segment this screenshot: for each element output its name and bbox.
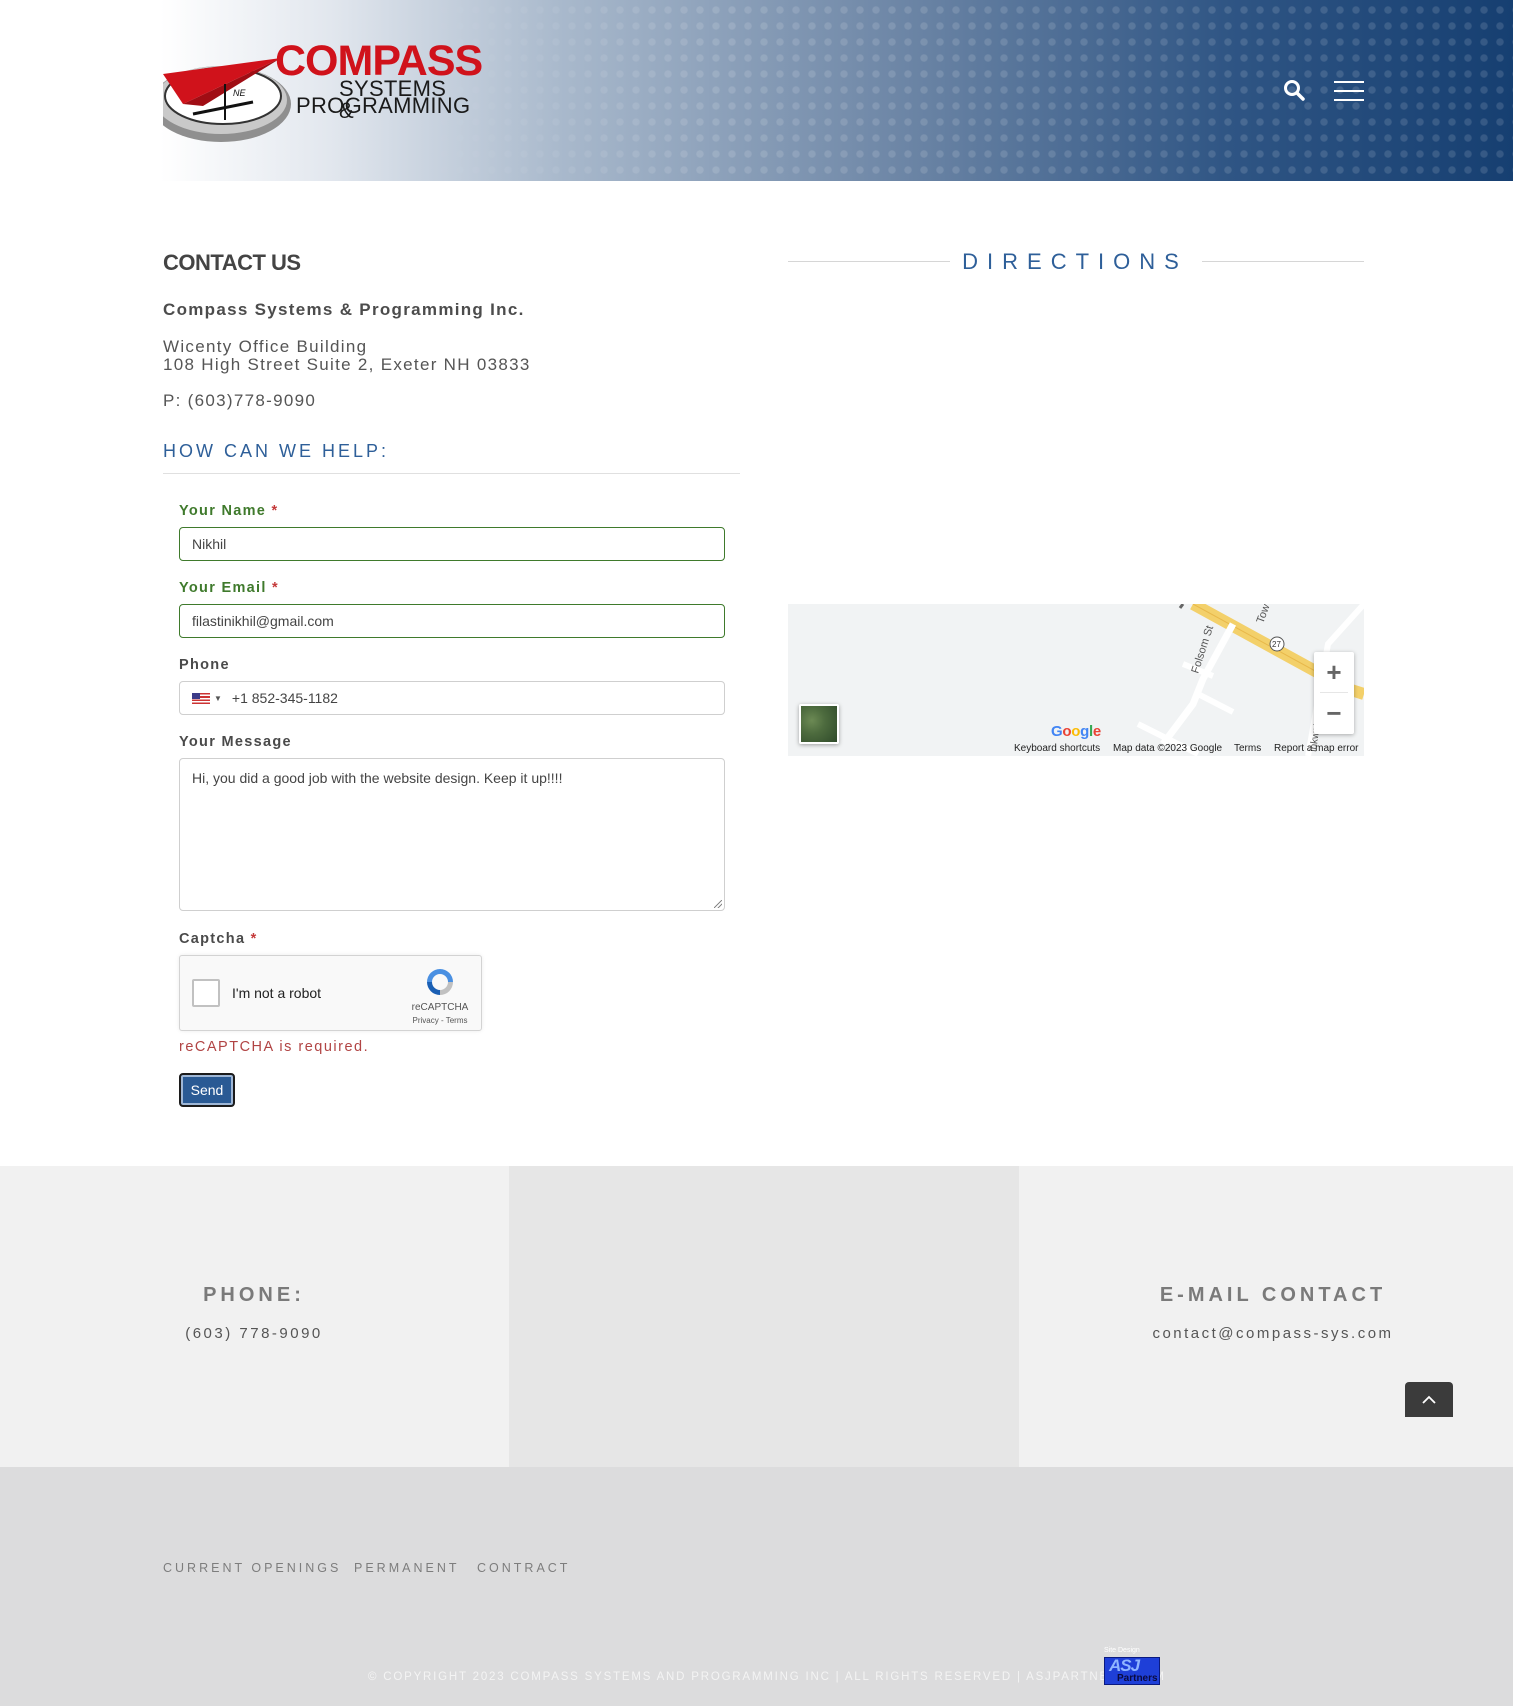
name-field[interactable]: Nikhil: [179, 527, 725, 561]
compass-logo-icon: NE: [163, 58, 291, 142]
country-selector[interactable]: ▼: [192, 692, 222, 704]
map-zoom-controls: + −: [1314, 652, 1354, 734]
recaptcha-widget: I'm not a robot reCAPTCHA Privacy - Term…: [179, 955, 482, 1031]
center-panel: [509, 1166, 1019, 1467]
address-line-2: 108 High Street Suite 2, Exeter NH 03833: [163, 355, 531, 374]
keyboard-shortcuts-link[interactable]: Keyboard shortcuts: [1014, 743, 1100, 754]
map-street-label: Tow: [1255, 604, 1273, 625]
copyright-text: © COPYRIGHT 2023 COMPASS SYSTEMS AND PRO…: [368, 1671, 1166, 1683]
contact-title: CONTACT US: [163, 250, 301, 275]
phone-field[interactable]: ▼ +1 852-345-1182: [179, 681, 725, 715]
help-heading: HOW CAN WE HELP:: [163, 441, 390, 461]
name-label: Your Name *: [179, 503, 278, 519]
zoom-in-button[interactable]: +: [1314, 652, 1354, 692]
logo-programming-text: PROGRAMMING: [296, 93, 471, 118]
footer-link-contract[interactable]: CONTRACT: [477, 1561, 570, 1575]
required-marker: *: [250, 931, 258, 947]
captcha-error-message: reCAPTCHA is required.: [179, 1039, 370, 1055]
google-map[interactable]: Folsom St Tow inkwate 27 + − Google Keyb…: [788, 604, 1364, 756]
directions-divider-right: [1202, 261, 1364, 262]
name-field-value: Nikhil: [192, 536, 227, 552]
address-line-1: Wicenty Office Building: [163, 337, 368, 356]
hamburger-menu-icon[interactable]: [1334, 81, 1364, 101]
asj-badge-caption: Site Design: [1104, 1647, 1140, 1654]
google-logo: Google: [1051, 723, 1101, 740]
phone-field-value: +1 852-345-1182: [231, 690, 338, 706]
help-divider: [163, 473, 740, 474]
message-textarea-value: Hi, you did a good job with the website …: [192, 770, 563, 786]
asj-logo: ASJ Partners: [1104, 1656, 1160, 1685]
phone-panel-value[interactable]: (603) 778-9090: [154, 1325, 354, 1342]
email-label: Your Email *: [179, 580, 279, 596]
back-to-top-button[interactable]: [1405, 1382, 1453, 1417]
satellite-toggle-button[interactable]: [799, 704, 839, 744]
search-icon[interactable]: [1283, 79, 1305, 101]
company-logo[interactable]: NE COMPASS SYSTEMS & PROGRAMMING: [163, 36, 483, 146]
map-terms-link[interactable]: Terms: [1234, 743, 1261, 754]
email-field[interactable]: filastinikhil@gmail.com: [179, 604, 725, 638]
captcha-label-text: Captcha: [179, 931, 246, 947]
email-field-value: filastinikhil@gmail.com: [192, 613, 334, 629]
required-marker: *: [272, 580, 279, 596]
phone-panel: [0, 1166, 509, 1467]
phone-label: Phone: [179, 657, 230, 673]
site-header: NE COMPASS SYSTEMS & PROGRAMMING: [0, 0, 1513, 181]
chevron-down-icon: ▼: [214, 693, 222, 703]
chevron-up-icon: [1422, 1395, 1436, 1404]
zoom-out-button[interactable]: −: [1314, 693, 1354, 733]
asj-partners-badge[interactable]: Site Design ASJ Partners: [1102, 1647, 1162, 1687]
message-textarea[interactable]: Hi, you did a good job with the website …: [179, 758, 725, 911]
name-label-text: Your Name: [179, 503, 267, 519]
send-button[interactable]: Send: [179, 1073, 235, 1107]
route-shield-label: 27: [1272, 640, 1281, 649]
report-map-error-link[interactable]: Report a map error: [1274, 743, 1358, 754]
svg-text:NE: NE: [233, 88, 246, 98]
recaptcha-logo-icon: [427, 969, 453, 995]
required-marker: *: [271, 503, 279, 519]
footer-link-current-openings[interactable]: CURRENT OPENINGS: [163, 1561, 341, 1575]
phone-panel-title: PHONE:: [203, 1284, 305, 1306]
recaptcha-checkbox[interactable]: [192, 979, 220, 1007]
message-label: Your Message: [179, 734, 292, 750]
directions-divider-left: [788, 261, 950, 262]
us-flag-icon: [192, 692, 210, 704]
resize-handle-icon[interactable]: [714, 900, 722, 908]
email-panel-title: E-MAIL CONTACT: [1159, 1284, 1387, 1306]
recaptcha-label: I'm not a robot: [232, 985, 322, 1001]
recaptcha-links[interactable]: Privacy - Terms: [402, 1016, 478, 1025]
email-panel-value[interactable]: contact@compass-sys.com: [1138, 1325, 1408, 1342]
captcha-label: Captcha *: [179, 931, 258, 947]
email-panel: [1019, 1166, 1513, 1467]
email-label-text: Your Email: [179, 580, 267, 596]
map-data-attribution: Map data ©2023 Google: [1113, 743, 1223, 754]
contact-phone: P: (603)778-9090: [163, 391, 317, 410]
asj-logo-sub: Partners: [1117, 1673, 1158, 1684]
directions-heading: DIRECTIONS: [962, 249, 1188, 274]
recaptcha-brand: reCAPTCHA: [411, 1002, 469, 1013]
footer-link-permanent[interactable]: PERMANENT: [354, 1561, 459, 1575]
company-name: Compass Systems & Programming Inc.: [163, 300, 525, 319]
